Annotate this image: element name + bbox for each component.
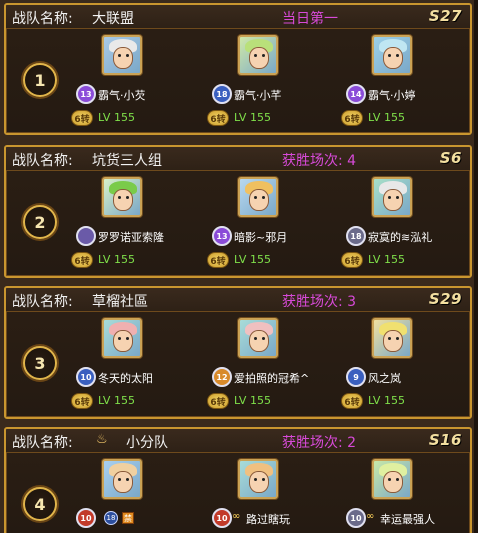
member-name: 风之岚 (368, 372, 401, 385)
team-header: 战队名称: 大联盟 当日第一 S27 (6, 5, 470, 29)
team-member[interactable]: 18 寂寞的≋泓礼 6转 LV 155 (341, 177, 470, 276)
avatar[interactable] (102, 459, 142, 499)
team-header: 战队名称: 草榴社區 获胜场次: 3 S29 (6, 288, 470, 312)
member-name: 寂寞的≋泓礼 (368, 231, 433, 244)
season-tag: S16 (428, 431, 462, 449)
season-tag: S27 (428, 7, 462, 25)
member-name: 爱拍照的冠希^ (234, 372, 310, 385)
team-name: 草榴社區 (92, 294, 148, 310)
transmigration-icon: 6转 (71, 110, 93, 126)
season-tag: S29 (428, 290, 462, 308)
member-level: LV 155 (98, 253, 135, 266)
vip-level-icon: 9 (346, 367, 366, 387)
vip-level-icon: 14 (346, 84, 366, 104)
avatar[interactable] (372, 318, 412, 358)
avatar[interactable] (372, 35, 412, 75)
rank-badge: 1 (23, 63, 57, 97)
chain-icon: ∞ (232, 511, 241, 522)
member-name: 暗影~邪月 (234, 231, 288, 244)
avatar[interactable] (102, 177, 142, 217)
member-name: 霸气·小芡 (98, 89, 146, 102)
avatar[interactable] (238, 177, 278, 217)
team-panel[interactable]: 战队名称: 坑货三人组 获胜场次: 4 S6 2 罗罗诺亚索隆 6转 LV 155 13 暗影~邪… (4, 145, 472, 278)
member-level: LV 155 (234, 111, 271, 124)
team-member[interactable]: 14 霸气·小婷 6转 LV 155 (341, 35, 470, 133)
vip-level-icon (76, 226, 96, 246)
avatar[interactable] (372, 177, 412, 217)
member-name: 霸气·小婷 (368, 89, 416, 102)
vip-level-icon: 13 (76, 84, 96, 104)
team-member[interactable]: 10 幸运最强人 ∞ (346, 459, 470, 533)
avatar[interactable] (102, 318, 142, 358)
season-tag: S6 (439, 149, 462, 167)
vip-level-icon: 10 (76, 508, 96, 528)
vip-level-icon: 10 (346, 508, 366, 528)
team-status: 获胜场次: 2 (282, 435, 357, 451)
avatar[interactable] (102, 35, 142, 75)
team-header: 战队名称: 坑货三人组 获胜场次: 4 S6 (6, 147, 470, 171)
team-panel[interactable]: 战队名称: 大联盟 当日第一 S27 1 13 霸气·小芡 6转 LV 155 18 霸气·小芊 6转… (4, 3, 472, 135)
member-level: LV 155 (234, 253, 271, 266)
transmigration-icon: 6转 (341, 393, 363, 409)
transmigration-icon: 6转 (207, 393, 229, 409)
member-level: LV 155 (234, 394, 271, 407)
member-name: 路过瞎玩 (246, 513, 290, 526)
member-name: 罗罗诺亚索隆 (98, 231, 164, 244)
avatar[interactable] (238, 318, 278, 358)
team-name: 小分队 (126, 435, 168, 451)
member-name: 幸运最强人 (380, 513, 435, 526)
vip-level-icon: 12 (212, 367, 232, 387)
vip-level-icon: 13 (212, 226, 232, 246)
team-status: 获胜场次: 3 (282, 294, 357, 310)
member-name: 霸气·小芊 (234, 89, 282, 102)
team-name: 坑货三人组 (92, 153, 162, 169)
transmigration-icon: 6转 (71, 252, 93, 268)
team-name: 大联盟 (92, 11, 134, 27)
team-ranking-board: 战队名称: 大联盟 当日第一 S27 1 13 霸气·小芡 6转 LV 155 18 霸气·小芊 6转… (0, 0, 478, 533)
member-level: LV 155 (98, 111, 135, 124)
rank-badge: 3 (23, 346, 57, 380)
transmigration-icon: 6转 (207, 110, 229, 126)
member-level: LV 155 (368, 111, 405, 124)
team-panel[interactable]: 战队名称: 草榴社區 获胜场次: 3 S29 3 10 冬天的太阳 6转 LV 155 12 爱拍照… (4, 286, 472, 419)
rank-badge: 4 (23, 487, 57, 521)
avatar[interactable] (238, 459, 278, 499)
avatar[interactable] (238, 35, 278, 75)
vip-small-icon: 18 (104, 511, 118, 525)
team-emblem-icon: ♨ (96, 432, 108, 447)
scrollbar[interactable] (474, 0, 478, 533)
member-level: LV 155 (368, 394, 405, 407)
team-name-label: 战队名称: (12, 11, 73, 27)
ban-tag: 禁 (122, 512, 134, 524)
team-name-label: 战队名称: (12, 153, 73, 169)
team-status: 当日第一 (282, 11, 338, 27)
vip-level-icon: 10 (212, 508, 232, 528)
team-status: 获胜场次: 4 (282, 153, 357, 169)
avatar[interactable] (372, 459, 412, 499)
member-level: LV 155 (98, 394, 135, 407)
member-name: 冬天的太阳 (98, 372, 153, 385)
transmigration-icon: 6转 (341, 252, 363, 268)
chain-icon: ∞ (366, 511, 375, 522)
team-panel[interactable]: 战队名称: 小分队 ♨ 获胜场次: 2 S16 4 10 18 禁 10 路过瞎玩 ∞ 10 幸运最强人 ∞ (4, 427, 472, 533)
vip-level-icon: 18 (346, 226, 366, 246)
transmigration-icon: 6转 (207, 252, 229, 268)
transmigration-icon: 6转 (71, 393, 93, 409)
team-name-label: 战队名称: (12, 294, 73, 310)
rank-badge: 2 (23, 205, 57, 239)
transmigration-icon: 6转 (341, 110, 363, 126)
team-name-label: 战队名称: (12, 435, 73, 451)
vip-level-icon: 18 (212, 84, 232, 104)
team-member[interactable]: 9 风之岚 6转 LV 155 (341, 318, 470, 417)
vip-level-icon: 10 (76, 367, 96, 387)
member-level: LV 155 (368, 253, 405, 266)
team-header: 战队名称: 小分队 ♨ 获胜场次: 2 S16 (6, 429, 470, 453)
